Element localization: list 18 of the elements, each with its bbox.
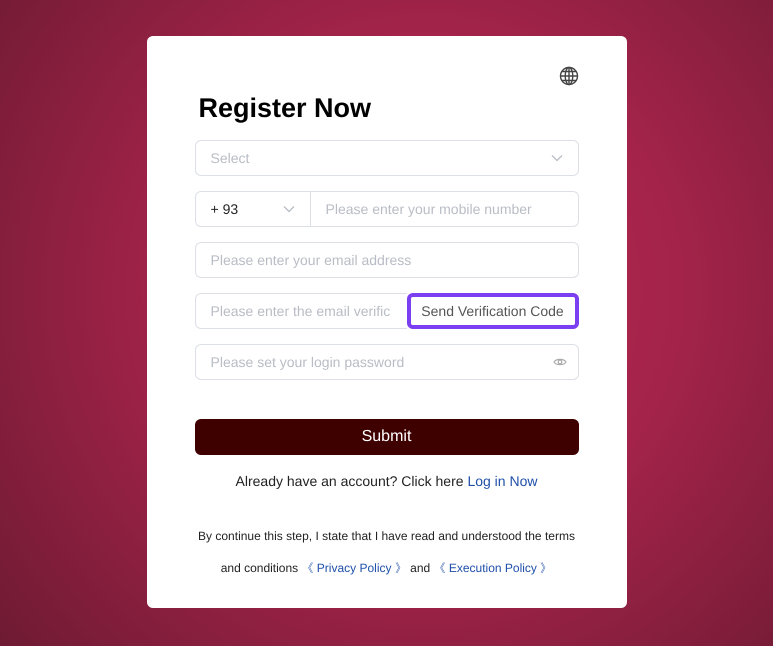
chevron-down-icon <box>282 205 294 213</box>
execution-policy-link[interactable]: 《 Execution Policy 》 <box>434 561 552 575</box>
password-field[interactable]: Please set your login password <box>194 344 578 380</box>
select-placeholder: Select <box>210 148 250 168</box>
verification-code-field[interactable]: Please enter the email verific <box>194 293 406 329</box>
country-code-select[interactable]: + 93 <box>194 191 310 227</box>
terms-text: By continue this step, I state that I have read and understood the terms and conditions 《 Privacy Policy 》 and 《 Execution Policy 》 <box>197 528 576 577</box>
globe-icon[interactable] <box>558 66 578 86</box>
mobile-number-field[interactable]: Please enter your mobile number <box>310 191 578 227</box>
send-code-button[interactable]: Send Verification Code <box>406 293 578 329</box>
chevron-down-icon <box>550 154 562 162</box>
email-field[interactable]: Please enter your email address <box>194 242 578 278</box>
country-code: + 93 <box>210 200 238 218</box>
login-link[interactable]: Log in Now <box>467 473 538 489</box>
form-title: Register Now <box>198 92 372 125</box>
privacy-policy-link[interactable]: 《 Privacy Policy 》 <box>301 561 407 575</box>
login-prompt: Already have an account? Click here Log in Now <box>234 472 538 491</box>
submit-button[interactable]: Submit <box>194 419 578 455</box>
